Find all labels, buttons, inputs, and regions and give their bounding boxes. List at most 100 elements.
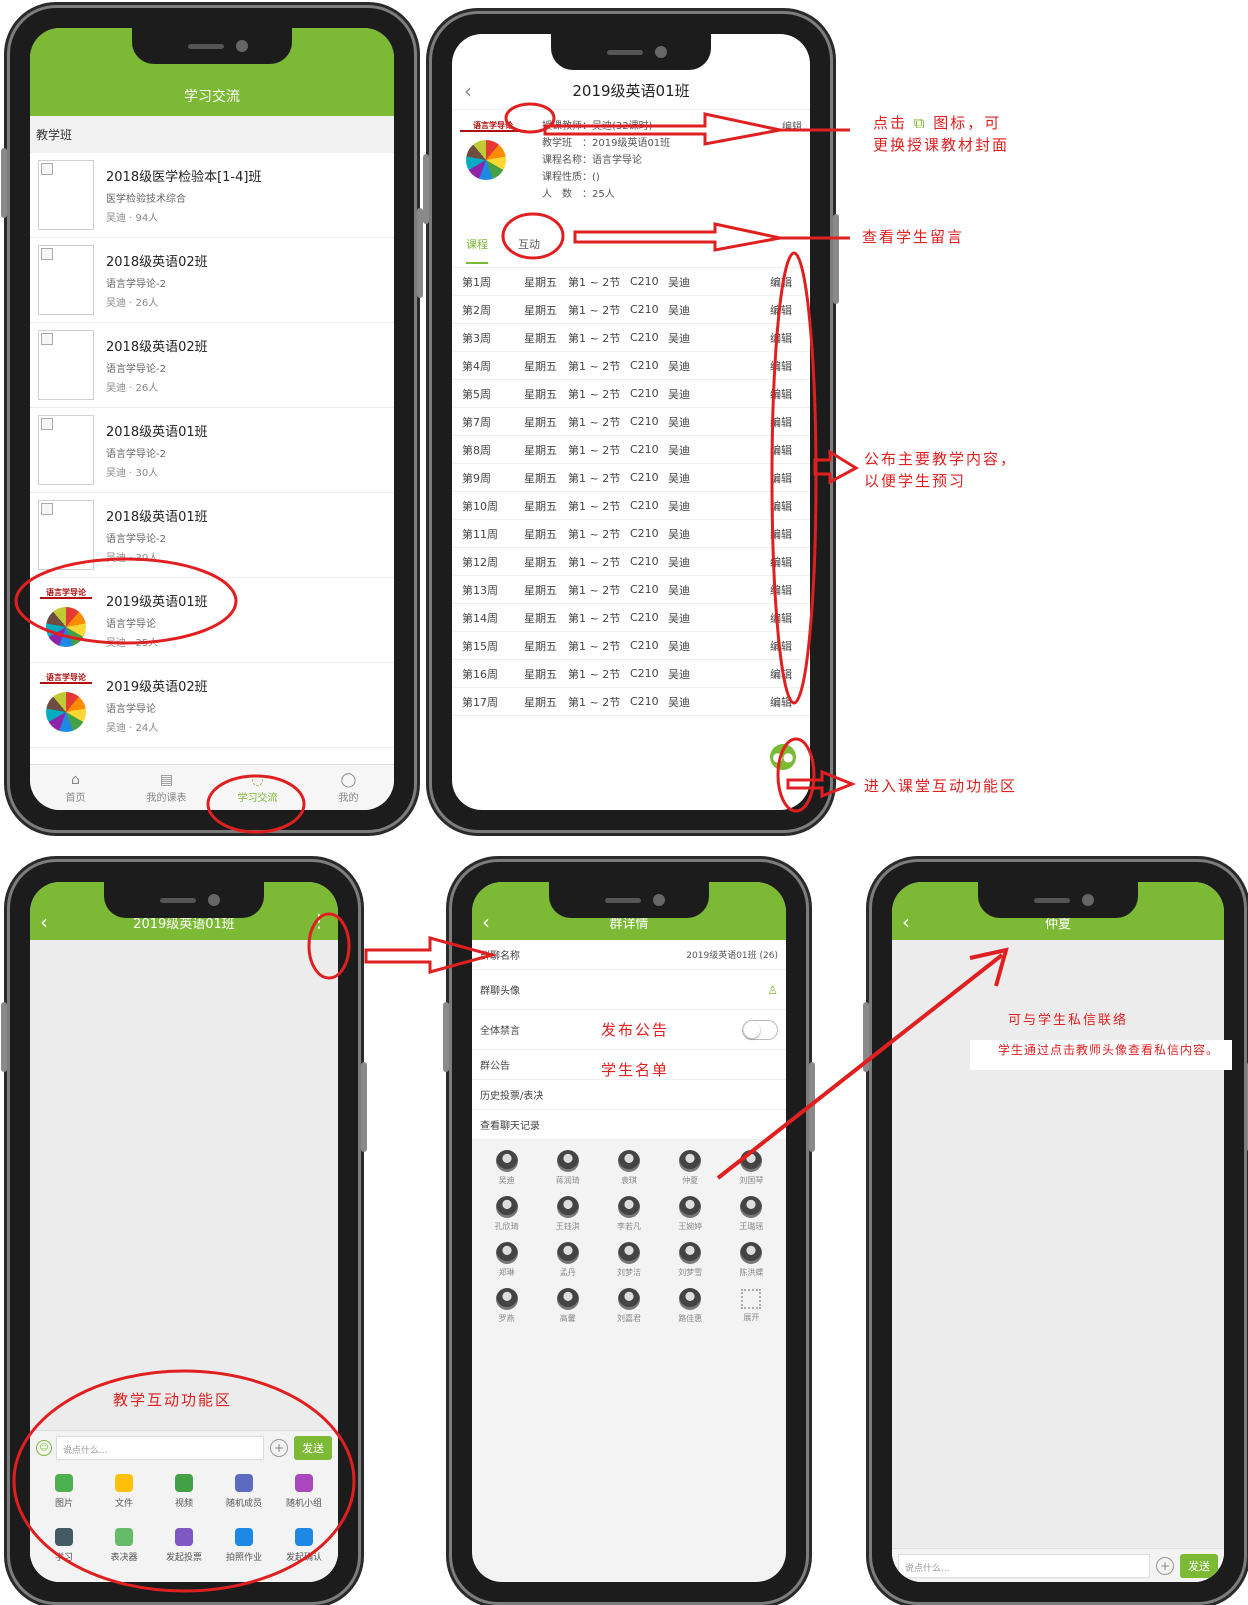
tool-poll[interactable]: 发起投票 [154, 1528, 214, 1578]
member-item[interactable]: 陈洪蝶 [721, 1242, 782, 1278]
edit-button[interactable]: 编辑 [770, 638, 810, 654]
period: 第1 ~ 2节 [568, 527, 621, 541]
teacher: 吴迪 [668, 415, 690, 429]
mute-all-toggle[interactable] [742, 1019, 778, 1040]
edit-button[interactable]: 编辑 [770, 302, 810, 318]
member-item[interactable]: 刘梦洁 [598, 1242, 659, 1278]
expand-members-button[interactable]: 展开 [721, 1288, 782, 1324]
member-item[interactable]: 高馨 [537, 1288, 598, 1324]
tab-calendar[interactable]: ▤ 我的课表 [121, 765, 212, 810]
send-button[interactable]: 发送 [294, 1435, 332, 1460]
member-item[interactable]: 刘嘉君 [598, 1288, 659, 1324]
member-item[interactable]: 王钰淇 [537, 1196, 598, 1232]
edit-button[interactable]: 编辑 [770, 274, 810, 290]
member-item[interactable]: 刘国琴 [721, 1150, 782, 1186]
tab-home[interactable]: ⌂ 首页 [30, 765, 121, 810]
class-course: 语言学导论-2 [106, 534, 166, 545]
textbook-cover[interactable]: 语言学导论 [458, 118, 528, 204]
teacher: 吴迪 [668, 499, 690, 513]
back-icon[interactable]: ‹ [464, 79, 472, 103]
emoji-icon[interactable]: ☺ [36, 1439, 52, 1456]
period: 第1 ~ 2节 [568, 359, 621, 373]
group-avatar-row[interactable]: 群聊头像 ♙ [472, 970, 786, 1010]
edit-button[interactable]: 编辑 [770, 526, 810, 542]
member-item[interactable]: 罗燕 [476, 1288, 537, 1324]
member-item[interactable]: 孟丹 [537, 1242, 598, 1278]
back-icon[interactable]: ‹ [482, 912, 490, 932]
tool-video[interactable]: 视频 [154, 1474, 214, 1524]
week: 第11周 [462, 527, 498, 541]
group-name-row[interactable]: 群聊名称 2019级英语01班 (26) [472, 940, 786, 970]
edit-button[interactable]: 编辑 [770, 442, 810, 458]
edit-button[interactable]: 编辑 [770, 498, 810, 514]
tool-study[interactable]: 学习 [34, 1528, 94, 1578]
tool-photo-homework[interactable]: 拍照作业 [214, 1528, 274, 1578]
add-icon[interactable]: + [270, 1438, 288, 1457]
chat-history-row[interactable]: 查看聊天记录 [472, 1110, 786, 1140]
class-meta: 吴迪 · 26人 [106, 383, 159, 394]
tool-random-member[interactable]: 随机成员 [214, 1474, 274, 1524]
edit-button[interactable]: 编辑 [782, 118, 802, 133]
edit-button[interactable]: 编辑 [770, 358, 810, 374]
cover-title: 语言学导论 [460, 120, 526, 132]
edit-button[interactable]: 编辑 [770, 386, 810, 402]
member-item[interactable]: 李若凡 [598, 1196, 659, 1232]
edit-button[interactable]: 编辑 [770, 610, 810, 626]
class-list-item[interactable]: 2018级英语01班 语言学导论-2 吴迪 · 30人 [30, 408, 394, 493]
interaction-chat-icon[interactable]: ●● [770, 744, 796, 770]
tab-user[interactable]: ◯ 我的 [303, 765, 394, 810]
edit-button[interactable]: 编辑 [770, 694, 810, 710]
week: 第16周 [462, 667, 498, 681]
class-meta: 吴迪 · 30人 [106, 468, 159, 479]
member-item[interactable]: 蒋润琦 [537, 1150, 598, 1186]
tab-chat[interactable]: ◌ 学习交流 [212, 765, 303, 810]
cover-fan-graphic [46, 607, 86, 647]
tool-vote-device[interactable]: 表决器 [94, 1528, 154, 1578]
tab-course[interactable]: 课程 [466, 236, 488, 264]
class-list-item[interactable]: 2018级英语02班 语言学导论-2 吴迪 · 26人 [30, 323, 394, 408]
weekday: 星期五 [524, 303, 557, 317]
member-item[interactable]: 王璐瑶 [721, 1196, 782, 1232]
member-item[interactable]: 袁琪 [598, 1150, 659, 1186]
message-input-bar: ☺ 说点什么... + 发送 [30, 1430, 338, 1464]
period: 第1 ~ 2节 [568, 387, 621, 401]
edit-button[interactable]: 编辑 [770, 554, 810, 570]
member-item[interactable]: 路佳惠 [660, 1288, 721, 1324]
tab-interaction[interactable]: 互动 [518, 236, 540, 267]
message-input[interactable]: 说点什么... [56, 1435, 264, 1460]
member-item[interactable]: 郑琳 [476, 1242, 537, 1278]
more-options-icon[interactable]: ⋮ [310, 911, 328, 932]
class-list-item[interactable]: 语言学导论 2019级英语02班 语言学导论 吴迪 · 24人 [30, 663, 394, 748]
add-icon[interactable]: + [1156, 1556, 1174, 1575]
edit-button[interactable]: 编辑 [770, 582, 810, 598]
member-item[interactable]: 吴迪 [476, 1150, 537, 1186]
member-item[interactable]: 王婉婷 [660, 1196, 721, 1232]
page-title: 2019级英语01班 [572, 82, 690, 100]
member-item[interactable]: 仲夏 [660, 1150, 721, 1186]
member-name: 孔欣琦 [494, 1222, 519, 1231]
class-list-item[interactable]: 2018级医学检验本[1-4]班 医学检验技术综合 吴迪 · 94人 [30, 153, 394, 238]
class-list-item[interactable]: 语言学导论 2019级英语01班 语言学导论 吴迪 · 25人 [30, 578, 394, 663]
weekday: 星期五 [524, 359, 557, 373]
weekday: 星期五 [524, 555, 557, 569]
tool-confirm[interactable]: 发起确认 [274, 1528, 334, 1578]
member-item[interactable]: 刘梦雪 [660, 1242, 721, 1278]
annotation-private-detail: 学生通过点击教师头像查看私信内容。 [970, 1040, 1232, 1070]
send-button[interactable]: 发送 [1180, 1553, 1218, 1578]
member-item[interactable]: 孔欣琦 [476, 1196, 537, 1232]
tool-random-group[interactable]: 随机小组 [274, 1474, 334, 1524]
tool-label: 学习 [54, 1553, 73, 1563]
edit-button[interactable]: 编辑 [770, 414, 810, 430]
class-list-item[interactable]: 2018级英语01班 语言学导论-2 吴迪 · 30人 [30, 493, 394, 578]
back-icon[interactable]: ‹ [902, 912, 910, 932]
tool-image[interactable]: 图片 [34, 1474, 94, 1524]
back-icon[interactable]: ‹ [40, 912, 48, 932]
edit-button[interactable]: 编辑 [770, 330, 810, 346]
message-input[interactable]: 说点什么... [898, 1553, 1150, 1578]
vote-history-row[interactable]: 历史投票/表决 [472, 1080, 786, 1110]
tool-folder[interactable]: 文件 [94, 1474, 154, 1524]
week: 第17周 [462, 695, 498, 709]
class-list-item[interactable]: 2018级英语02班 语言学导论-2 吴迪 · 26人 [30, 238, 394, 323]
edit-button[interactable]: 编辑 [770, 666, 810, 682]
edit-button[interactable]: 编辑 [770, 470, 810, 486]
